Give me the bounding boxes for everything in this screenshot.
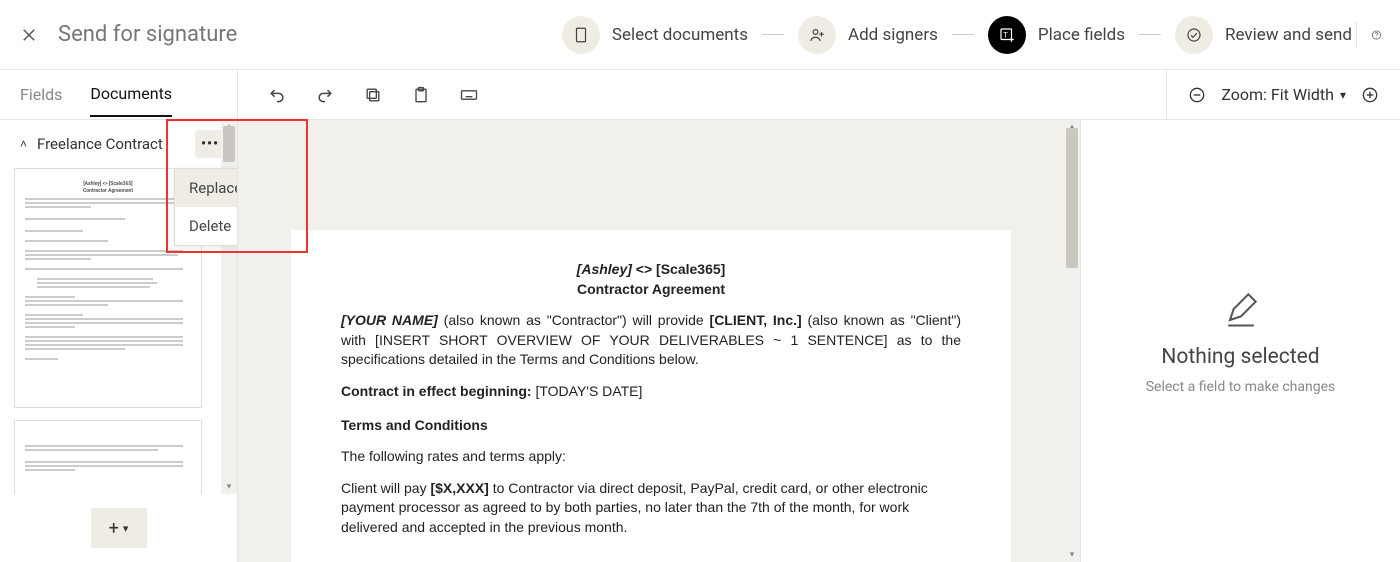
step-add-signers[interactable]: Add signers [798, 16, 938, 54]
plus-icon: + [109, 518, 119, 539]
progress-steps: Select documents Add signers T Place fie… [562, 16, 1352, 54]
step-label: Place fields [1038, 25, 1125, 45]
nothing-selected-subtitle: Select a field to make changes [1146, 379, 1336, 395]
doc-rates-line: The following rates and terms apply: [341, 447, 961, 467]
step-review-send[interactable]: Review and send [1175, 16, 1352, 54]
nothing-selected-title: Nothing selected [1161, 345, 1319, 369]
add-document-button[interactable]: + ▾ [91, 508, 147, 548]
place-fields-icon: T [988, 16, 1026, 54]
page-title: Send for signature [58, 22, 237, 47]
copy-icon[interactable] [360, 82, 386, 108]
check-icon [1175, 16, 1213, 54]
doc-subtitle: Contractor Agreement [341, 280, 961, 300]
doc-title-sep: <> [632, 261, 656, 277]
redo-icon[interactable] [312, 82, 338, 108]
scroll-thumb[interactable] [223, 126, 235, 162]
tab-fields[interactable]: Fields [20, 73, 62, 116]
svg-text:T: T [1003, 30, 1008, 39]
paste-icon[interactable] [408, 82, 434, 108]
menu-replace[interactable]: Replace [175, 169, 237, 207]
doc-pay-amount: [$X,XXX] [430, 480, 488, 496]
add-signer-icon [798, 16, 836, 54]
step-separator [952, 34, 974, 35]
doc-pay-a: Client will pay [341, 480, 430, 496]
scroll-down-arrow[interactable]: ▾ [1064, 548, 1080, 562]
zoom-in-icon[interactable] [1360, 85, 1380, 105]
doc-intro-b: (also known as "Contractor") will provid… [438, 312, 710, 328]
close-icon[interactable] [18, 24, 40, 46]
zoom-dropdown[interactable]: Zoom: Fit Width ▾ [1221, 85, 1346, 104]
chevron-up-icon: ˄ [20, 137, 27, 151]
zoom-out-icon[interactable] [1187, 85, 1207, 105]
step-label: Add signers [848, 25, 938, 45]
page-thumbnail-2[interactable] [14, 420, 202, 494]
canvas-scrollbar[interactable]: ▴ ▾ [1064, 120, 1080, 562]
sidebar-doc-name: Freelance Contract [37, 135, 163, 153]
doc-your-name: [YOUR NAME] [341, 312, 438, 328]
doc-client-name: [CLIENT, Inc.] [710, 312, 802, 328]
doc-effect-label: Contract in effect beginning: [341, 383, 532, 399]
doc-collapse-toggle[interactable]: ˄ Freelance Contract [20, 135, 163, 153]
keyboard-icon[interactable] [456, 82, 482, 108]
doc-title-party-b: [Scale365] [656, 261, 725, 277]
doc-tc-heading: Terms and Conditions [341, 416, 961, 436]
properties-panel: Nothing selected Select a field to make … [1080, 120, 1400, 562]
menu-delete[interactable]: Delete [175, 207, 237, 245]
undo-icon[interactable] [264, 82, 290, 108]
scroll-down-arrow[interactable]: ▾ [221, 480, 237, 494]
help-icon[interactable] [1356, 22, 1382, 48]
doc-title-party-a: [Ashley] [577, 261, 632, 277]
pen-icon [1219, 287, 1263, 335]
chevron-down-icon: ▾ [123, 522, 129, 535]
step-label: Review and send [1225, 25, 1352, 45]
ellipsis-icon: ••• [201, 136, 219, 152]
step-place-fields[interactable]: T Place fields [988, 16, 1125, 54]
chevron-down-icon: ▾ [1340, 88, 1346, 102]
step-select-documents[interactable]: Select documents [562, 16, 748, 54]
document-page[interactable]: [Ashley] <> [Scale365] Contractor Agreem… [291, 230, 1011, 562]
step-label: Select documents [612, 25, 748, 45]
zoom-label-text: Zoom: Fit Width [1221, 85, 1334, 104]
step-separator [762, 34, 784, 35]
doc-effect-value: [TODAY'S DATE] [532, 383, 643, 399]
step-separator [1139, 34, 1161, 35]
document-icon [562, 16, 600, 54]
scroll-thumb[interactable] [1066, 128, 1078, 268]
doc-context-menu: Replace Delete [174, 168, 237, 246]
editor-toolbar [238, 70, 1166, 119]
tab-documents[interactable]: Documents [90, 72, 172, 117]
